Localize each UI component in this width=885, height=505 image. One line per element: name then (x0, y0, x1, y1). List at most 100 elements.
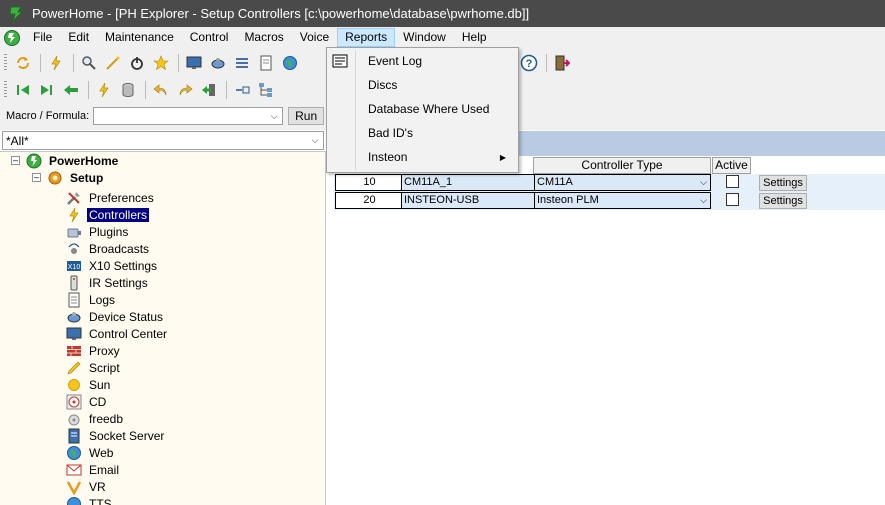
row-id[interactable]: 20 (335, 192, 402, 209)
table-row[interactable]: 10 CM11A_1 CM11A ⌵ Settings (334, 174, 885, 191)
tree-item-plugins[interactable]: Plugins (66, 223, 130, 240)
row-id[interactable]: 10 (335, 174, 402, 191)
row-name[interactable]: INSTEON-USB (401, 192, 535, 209)
tree-item-label[interactable]: Socket Server (87, 429, 166, 443)
active-checkbox[interactable] (726, 175, 739, 188)
row-name[interactable]: CM11A_1 (401, 174, 535, 191)
tree-item-label[interactable]: Email (87, 463, 121, 477)
tree-icon[interactable] (255, 79, 277, 101)
tree-item-label[interactable]: Controllers (87, 207, 150, 222)
tree-item-proxy[interactable]: Proxy (66, 342, 122, 359)
tree-item-device-status[interactable]: Device Status (66, 308, 165, 325)
explorer-tree[interactable]: – PowerHome – Setup Preferences Controlle… (0, 151, 326, 505)
chevron-down-icon[interactable]: ⌵ (700, 175, 707, 190)
menu-item-database-where-used[interactable]: Database Where Used (329, 98, 516, 120)
tree-item-label[interactable]: TTS (87, 497, 114, 505)
tree-item-socket-server[interactable]: Socket Server (66, 427, 166, 444)
next-icon[interactable] (36, 79, 58, 101)
tree-item-label[interactable]: freedb (87, 412, 125, 426)
globe-icon[interactable] (279, 52, 301, 74)
undo-icon[interactable] (150, 79, 172, 101)
tree-item-label[interactable]: Sun (87, 378, 112, 392)
tree-item-label[interactable]: Proxy (87, 344, 122, 358)
menu-file[interactable]: File (25, 28, 60, 47)
menu-reports[interactable]: Reports (337, 28, 396, 47)
tree-item-sun[interactable]: Sun (66, 376, 112, 393)
tree-item-preferences[interactable]: Preferences (66, 189, 156, 206)
link-icon[interactable] (231, 79, 253, 101)
tree-item-ir-settings[interactable]: IR Settings (66, 274, 150, 291)
chevron-down-icon[interactable]: ⌵ (700, 193, 707, 208)
table-row[interactable]: 20 INSTEON-USB Insteon PLM ⌵ Settings (334, 192, 885, 209)
tree-item-broadcasts[interactable]: Broadcasts (66, 240, 151, 257)
chevron-down-icon[interactable]: ⌵ (307, 133, 323, 149)
tree-item-web[interactable]: Web (66, 444, 115, 461)
tree-item-freedb[interactable]: freedb (66, 410, 125, 427)
tree-item-label[interactable]: X10 Settings (87, 259, 159, 273)
star-icon[interactable] (150, 52, 172, 74)
menu-window[interactable]: Window (395, 28, 454, 47)
column-header-controller-type[interactable]: Controller Type (533, 157, 711, 174)
tree-node-setup[interactable]: – Setup (32, 169, 105, 186)
tree-item-label[interactable]: Device Status (87, 310, 165, 324)
tree-item-control-center[interactable]: Control Center (66, 325, 169, 342)
tree-item-label[interactable]: Script (87, 361, 122, 375)
lightning-icon[interactable] (45, 52, 67, 74)
redo-icon[interactable] (174, 79, 196, 101)
mdi-window-icon[interactable] (3, 29, 21, 47)
menu-item-insteon[interactable]: Insteon ▶ (329, 146, 516, 168)
tree-item-label[interactable]: CD (87, 395, 108, 409)
exit-icon[interactable] (198, 79, 220, 101)
door-icon[interactable] (551, 52, 573, 74)
tree-item-script[interactable]: Script (66, 359, 122, 376)
menu-item-event-log[interactable]: Event Log (329, 50, 516, 72)
wand-icon[interactable] (102, 52, 124, 74)
filter-combo[interactable]: *All* ⌵ (2, 131, 324, 150)
menu-maintenance[interactable]: Maintenance (97, 28, 182, 47)
flash-icon[interactable] (93, 79, 115, 101)
column-header-active[interactable]: Active (712, 157, 751, 174)
macro-formula-combo[interactable]: ⌵ (93, 107, 284, 125)
row-type-value[interactable]: CM11A (537, 176, 573, 188)
database-icon[interactable] (117, 79, 139, 101)
tree-node-powerhome[interactable]: – PowerHome (11, 152, 120, 169)
tree-item-label[interactable]: IR Settings (87, 276, 150, 290)
row-type-value[interactable]: Insteon PLM (537, 194, 599, 206)
tree-label-powerhome[interactable]: PowerHome (47, 154, 120, 168)
settings-button[interactable]: Settings (759, 175, 807, 191)
tree-item-label[interactable]: Logs (87, 293, 117, 307)
list-icon[interactable] (231, 52, 253, 74)
tree-item-email[interactable]: Email (66, 461, 121, 478)
toolbar-grip-2[interactable] (4, 81, 7, 99)
menu-item-discs[interactable]: Discs (329, 74, 516, 96)
satellite-icon[interactable] (207, 52, 229, 74)
chevron-down-icon[interactable]: ⌵ (266, 108, 282, 124)
tree-item-label[interactable]: Plugins (87, 225, 130, 239)
menu-voice[interactable]: Voice (292, 28, 337, 47)
filter-value[interactable]: *All* (3, 134, 307, 148)
tree-item-label[interactable]: Broadcasts (87, 242, 151, 256)
active-checkbox[interactable] (726, 193, 739, 206)
monitor-icon[interactable] (183, 52, 205, 74)
tree-item-vr[interactable]: VR (66, 478, 108, 495)
tree-item-cd[interactable]: CD (66, 393, 108, 410)
tree-item-tts[interactable]: TTS (66, 495, 114, 505)
document-icon[interactable] (255, 52, 277, 74)
first-icon[interactable] (12, 79, 34, 101)
tree-item-label[interactable]: Control Center (87, 327, 169, 341)
tree-item-label[interactable]: Preferences (87, 191, 156, 205)
tree-item-label[interactable]: VR (87, 480, 108, 494)
row-type[interactable]: Insteon PLM ⌵ (534, 192, 711, 209)
menu-item-bad-ids[interactable]: Bad ID's (329, 122, 516, 144)
tree-item-label[interactable]: Web (87, 446, 115, 460)
menu-macros[interactable]: Macros (236, 28, 291, 47)
menu-help[interactable]: Help (454, 28, 495, 47)
tree-label-setup[interactable]: Setup (68, 171, 105, 185)
magnify-icon[interactable] (78, 52, 100, 74)
menu-control[interactable]: Control (182, 28, 237, 47)
collapse-icon[interactable]: – (32, 173, 41, 182)
back-icon[interactable] (60, 79, 82, 101)
refresh-icon[interactable] (12, 52, 34, 74)
row-type[interactable]: CM11A ⌵ (534, 174, 711, 191)
power-icon[interactable] (126, 52, 148, 74)
